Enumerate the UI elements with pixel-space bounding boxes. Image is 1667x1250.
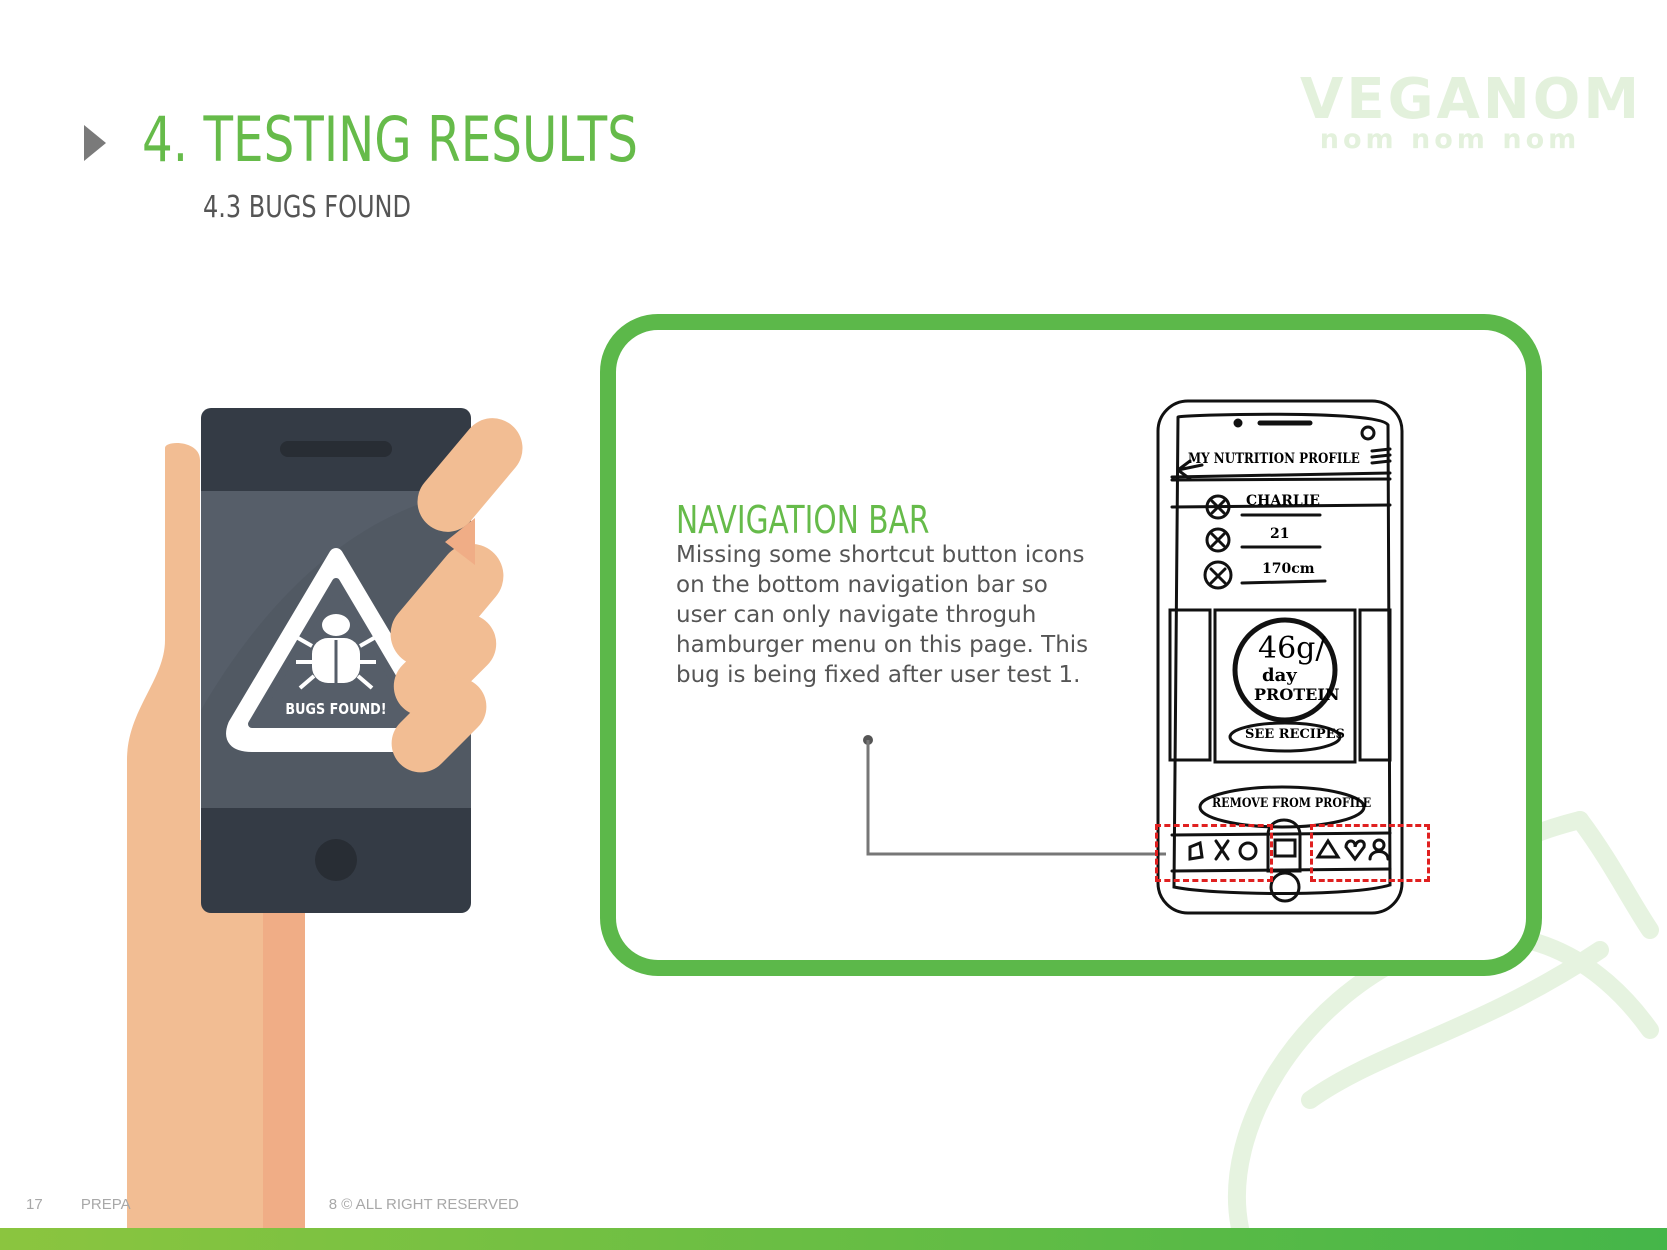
- section-subtitle: 4.3 BUGS FOUND: [203, 190, 411, 225]
- footer-left-text: PREPA: [80, 1196, 131, 1213]
- sketch-name: CHARLIE: [1246, 493, 1320, 509]
- sketch-header: MY NUTRITION PROFILE: [1188, 451, 1360, 467]
- sketch-recipes-button: SEE RECIPES: [1245, 727, 1345, 742]
- callout-connector: [863, 735, 1166, 856]
- bugs-found-badge: BUGS FOUND!: [285, 700, 387, 718]
- sketch-metric-unit: day: [1262, 665, 1297, 686]
- logo-tagline: nom nom nom: [1319, 124, 1581, 155]
- page-number: 17: [26, 1196, 43, 1213]
- page-title: 4. TESTING RESULTS: [142, 103, 638, 176]
- sketch-metric-value: 46g/: [1258, 631, 1326, 666]
- bug-heading: NAVIGATION BAR: [676, 498, 930, 542]
- bug-description: Missing some shortcut button icons on th…: [676, 542, 1089, 688]
- sketch-height: 170cm: [1262, 561, 1315, 577]
- footer-accent-bar: [0, 1228, 1667, 1250]
- sketch-metric-label: PROTEIN: [1254, 685, 1340, 704]
- hand-phone-illustration: [127, 408, 523, 1230]
- missing-icons-highlight-right: [1310, 824, 1430, 882]
- missing-icons-highlight-left: [1155, 824, 1273, 882]
- sketch-remove-button: REMOVE FROM PROFILE: [1212, 796, 1372, 811]
- brand-logo: VEGANOM nom nom nom: [1300, 67, 1643, 156]
- logo-wordmark: VEGANOM: [1300, 67, 1643, 132]
- title-arrow-icon: [84, 125, 106, 161]
- page-footer: 17 PREPA 8 © ALL RIGHT RESERVED: [26, 1196, 553, 1213]
- footer-copyright: 8 © ALL RIGHT RESERVED: [328, 1196, 519, 1213]
- sketch-age: 21: [1270, 526, 1290, 542]
